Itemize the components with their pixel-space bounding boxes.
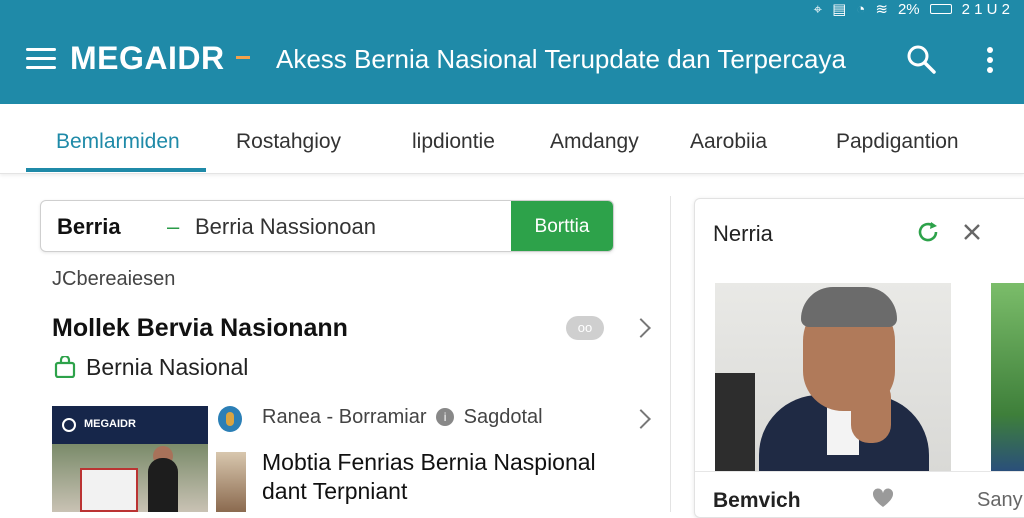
article-source: Ranea - Borramiar i Sagdotal [262, 406, 543, 429]
search-button[interactable]: Borttia [511, 201, 613, 251]
battery-icon [929, 4, 952, 14]
panel-caption[interactable]: Bemvich [713, 489, 801, 513]
alarm-icon: ◔ [856, 0, 866, 18]
chevron-right-icon[interactable] [631, 409, 651, 429]
search-separator: – [167, 214, 180, 239]
tab-5[interactable]: Aarobiia [690, 130, 767, 154]
chevron-right-icon[interactable] [631, 318, 651, 338]
search-term: Berria [57, 214, 121, 239]
info-icon[interactable]: i [436, 408, 455, 426]
tab-2[interactable]: Rostahgioy [236, 130, 341, 154]
menu-icon[interactable] [26, 48, 56, 70]
thumbnail-person [148, 458, 178, 512]
count-badge: oo [566, 316, 604, 340]
refresh-icon[interactable] [915, 219, 941, 245]
wifi-icon: ≋ [875, 1, 888, 18]
search-field[interactable]: Berria – Berria Nassionoan Borttia [40, 200, 614, 252]
tab-3[interactable]: lipdiontie [412, 130, 495, 154]
article-thumbnail[interactable]: MEGAIDR [52, 406, 208, 512]
search-input[interactable]: Berria Nassionoan [195, 214, 376, 240]
panel-title: Nerria [713, 221, 773, 246]
source-tag: Sagdotal [463, 406, 543, 428]
source-label: Ranea [262, 406, 321, 428]
tab-4[interactable]: Amdangy [550, 130, 639, 154]
headline-link[interactable]: Mollek Bervia Nasionann [52, 314, 348, 343]
photo-person-hand [851, 379, 891, 443]
search-icon[interactable] [906, 44, 936, 74]
photo-person-hair [801, 287, 897, 327]
close-icon[interactable] [961, 221, 983, 243]
panel-secondary-caption: Sany [977, 489, 1023, 511]
more-vertical-icon[interactable] [984, 46, 996, 76]
card-divider [695, 471, 1024, 472]
bag-icon [54, 356, 76, 378]
secondary-photo[interactable] [991, 283, 1024, 471]
active-tab-indicator [26, 168, 206, 172]
sim-icon: ▤ [832, 1, 847, 18]
tab-6[interactable]: Papdigantion [836, 130, 959, 154]
section-label: JCbereaiesen [52, 268, 176, 290]
brand-mark-icon [62, 418, 76, 432]
tab-bar: Bemlarmiden Rostahgioy lipdiontie Amdang… [0, 104, 1024, 174]
featured-photo[interactable] [715, 283, 951, 471]
thumbnail-brand: MEGAIDR [84, 418, 136, 430]
signal-icon: ⌖ [813, 0, 823, 18]
app-bar: ⌖ ▤ ◔ ≋ 2% 2 1 U 2 MEGAIDR Akess Bernia … [0, 0, 1024, 104]
source-avatar [218, 406, 242, 432]
brand-logo[interactable]: MEGAIDR [70, 40, 225, 77]
heart-icon[interactable] [871, 487, 895, 509]
source-name[interactable]: Borramiar [339, 406, 427, 428]
source-separator: - [326, 406, 334, 428]
battery-level: 2% [897, 0, 920, 18]
article-side-thumbnail [216, 452, 246, 512]
status-bar: ⌖ ▤ ◔ ≋ 2% 2 1 U 2 [813, 0, 1010, 19]
page-tagline: Akess Bernia Nasional Terupdate dan Terp… [276, 44, 846, 74]
photo-background-screen [715, 373, 755, 471]
thumbnail-sign [80, 468, 138, 512]
clock: 2 1 U 2 [961, 0, 1010, 18]
article-title[interactable]: Mobtia Fenrias Bernia Naspional dant Ter… [262, 448, 642, 506]
featured-panel: Nerria Bemvich Sany [694, 198, 1024, 518]
tab-1[interactable]: Bemlarmiden [56, 130, 180, 154]
category-link[interactable]: Bernia Nasional [86, 354, 248, 381]
column-divider [670, 196, 671, 512]
brand-dash [236, 56, 250, 59]
